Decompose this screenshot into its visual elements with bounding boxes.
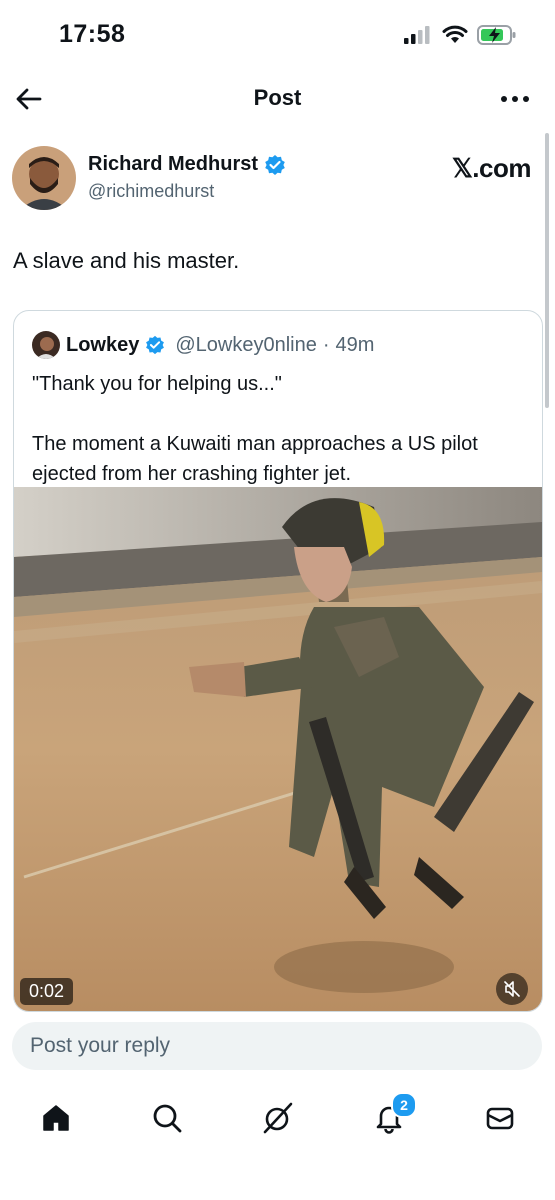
more-icon (501, 96, 529, 102)
author-handle[interactable]: @richimedhurst (88, 181, 214, 202)
quoted-author-handle[interactable]: @Lowkey0nline (175, 334, 317, 357)
video-duration: 0:02 (20, 978, 74, 1005)
tab-search[interactable] (147, 1090, 187, 1146)
page-title: Post (253, 85, 302, 110)
status-time: 17:58 (59, 20, 126, 48)
mail-icon (486, 1107, 514, 1130)
dot-separator: · (322, 333, 330, 356)
mute-button[interactable] (496, 973, 528, 1005)
quoted-text: "Thank you for helping us..." The moment… (32, 373, 478, 485)
reply-box[interactable] (12, 1022, 542, 1070)
verified-icon (265, 154, 285, 175)
source-label: 𝕏.com (451, 153, 532, 183)
search-icon (153, 1104, 182, 1133)
battery-icon (477, 25, 516, 45)
quoted-author-name[interactable]: Lowkey (66, 334, 139, 357)
video-player[interactable]: 0:02 (14, 487, 542, 1011)
author-avatar[interactable] (12, 146, 76, 210)
grok-icon (263, 1102, 293, 1134)
quoted-post[interactable]: Lowkey @Lowkey0nline · 49m "Thank you fo… (13, 310, 543, 1012)
video-frame (14, 487, 542, 1011)
more-options-button[interactable] (499, 84, 531, 114)
home-icon (43, 1105, 69, 1131)
quoted-timestamp[interactable]: 49m (336, 334, 375, 357)
reply-input[interactable] (12, 1022, 542, 1070)
tab-messages[interactable] (480, 1090, 520, 1146)
quoted-avatar[interactable] (32, 331, 60, 359)
author-name[interactable]: Richard Medhurst (88, 153, 258, 176)
tab-bar: 2 (0, 1090, 555, 1146)
post-header: Post (0, 70, 555, 128)
signal-icon (404, 26, 430, 44)
mute-icon (504, 981, 520, 997)
verified-icon (146, 335, 165, 355)
wifi-icon (442, 25, 468, 43)
post-author: Richard Medhurst @richimedhurst 𝕏.com (12, 146, 555, 212)
status-bar: 17:58 (0, 0, 555, 70)
tab-home[interactable] (36, 1090, 76, 1146)
tab-grok[interactable] (258, 1090, 298, 1146)
notifications-badge: 2 (391, 1092, 417, 1118)
post-text: A slave and his master. (13, 248, 240, 273)
tab-notifications[interactable]: 2 (369, 1090, 417, 1146)
